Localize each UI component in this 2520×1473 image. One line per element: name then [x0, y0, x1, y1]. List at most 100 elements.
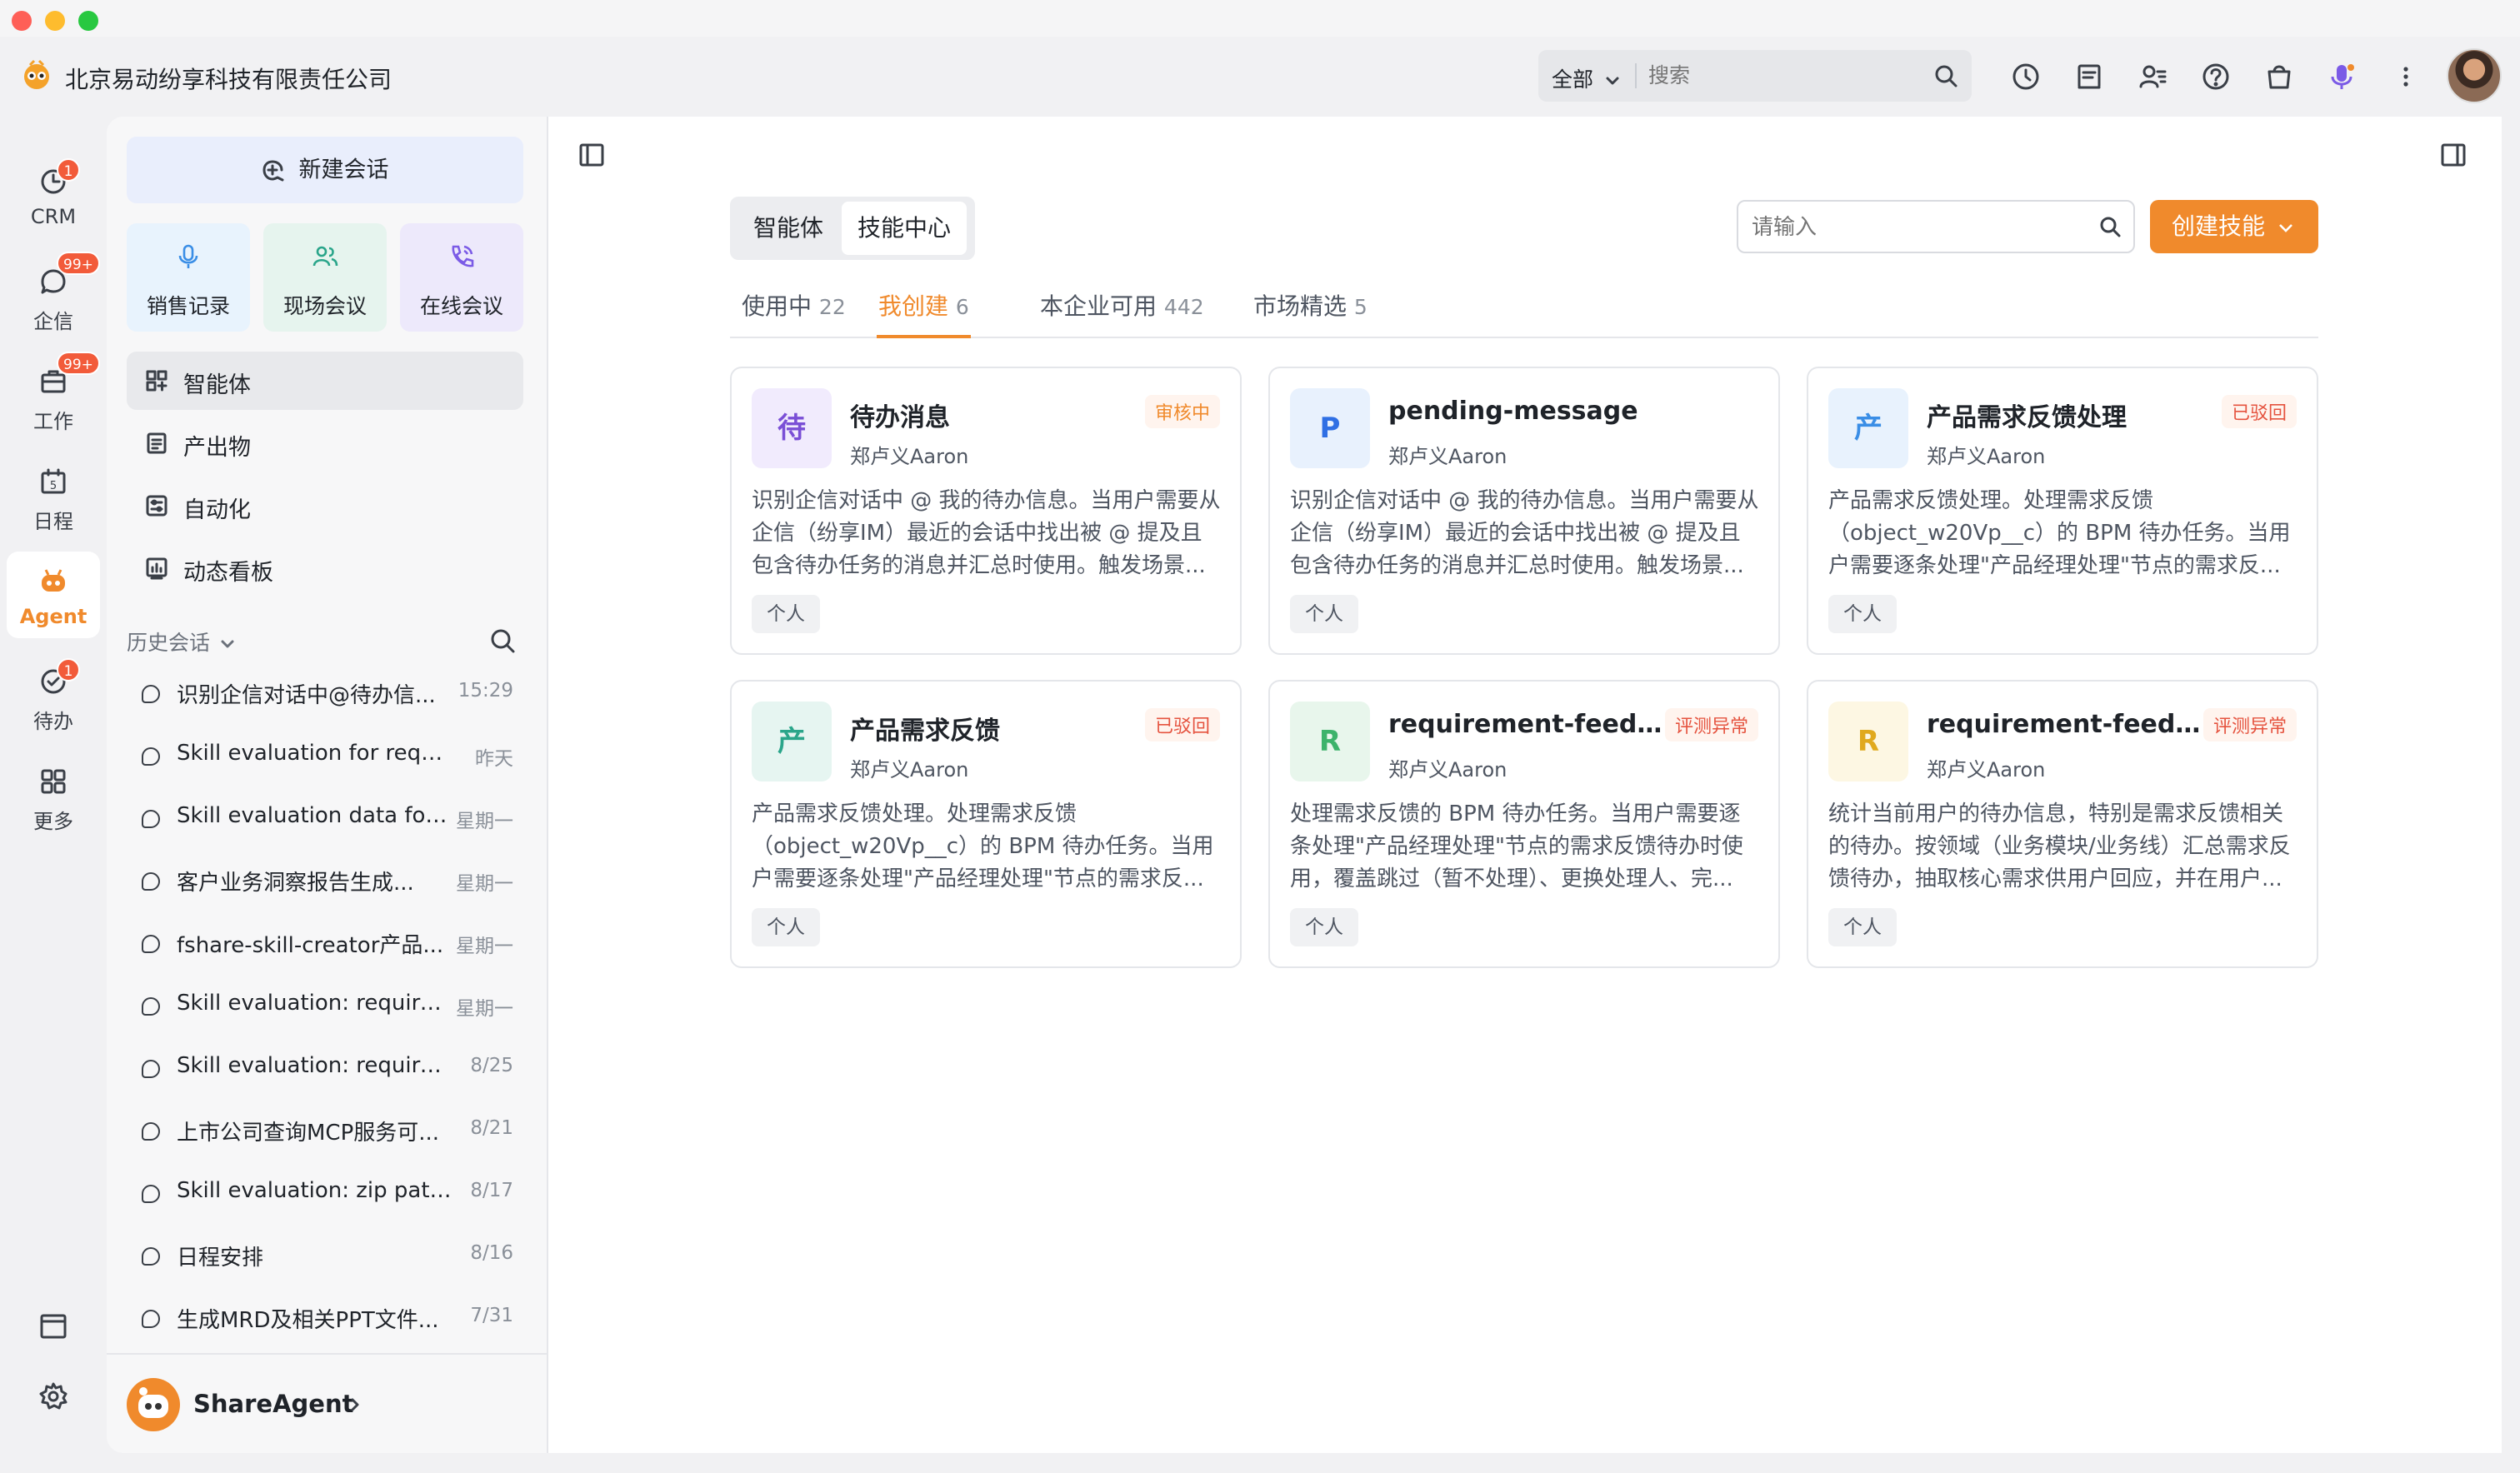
nav-automation[interactable]: 自动化 [127, 477, 523, 535]
chat-bubble-icon [142, 810, 160, 828]
shop-bag-icon[interactable] [2264, 62, 2294, 92]
search-icon[interactable] [2098, 215, 2122, 238]
zoom-window-button[interactable] [78, 11, 98, 31]
rail-item-todo[interactable]: 待办 1 [7, 652, 100, 738]
history-clock-icon[interactable] [2011, 62, 2041, 92]
skill-card[interactable]: 产产品需求反馈处理 郑卢义Aaron 已驳回 产品需求反馈处理。处理需求反馈（obje… [1807, 367, 2318, 655]
phone-call-icon [452, 245, 474, 267]
skill-avatar: R [1290, 702, 1370, 781]
minimize-window-button[interactable] [45, 11, 65, 31]
skill-scope-tag: 个人 [1290, 908, 1358, 946]
history-item[interactable]: 客户业务洞察报告生成... 星期一 [142, 849, 533, 911]
report-icon[interactable] [2074, 62, 2104, 92]
skill-scope-tag: 个人 [752, 595, 820, 633]
nav-agents[interactable]: 智能体 [127, 352, 523, 410]
history-item[interactable]: Skill evaluation: zip path a... 8/17 [142, 1161, 533, 1223]
history-item[interactable]: 日程安排 8/16 [142, 1224, 533, 1286]
chat-bubble-icon [142, 872, 160, 891]
history-item-title: Skill evaluation: require... [177, 991, 452, 1016]
tab-market[interactable]: 市场精选 5 [1253, 288, 1368, 322]
history-item-date: 8/25 [470, 1055, 513, 1076]
history-item[interactable]: Skill evaluation: require... 星期一 [142, 974, 533, 1036]
history-item[interactable]: 识别企信对话中@待办信... 15:29 [142, 662, 533, 723]
new-chat-button[interactable]: 新建会话 [127, 137, 523, 203]
skill-search-input[interactable] [1752, 210, 2077, 243]
help-icon[interactable] [2201, 62, 2231, 92]
tab-my-created[interactable]: 我创建 6 [877, 288, 971, 338]
rail-item-calendar[interactable]: 5 日程 [7, 452, 100, 538]
svg-text:5: 5 [50, 480, 57, 492]
skill-scope-tag: 个人 [1828, 595, 1897, 633]
collapse-sidebar-icon[interactable] [578, 142, 605, 168]
history-search-icon[interactable] [488, 627, 517, 655]
tab-in-use[interactable]: 使用中 22 [742, 288, 846, 322]
share-agent-avatar[interactable] [127, 1378, 180, 1431]
skill-search-box[interactable] [1737, 200, 2135, 253]
skill-author: 郑卢义Aaron [1927, 758, 2046, 781]
history-item[interactable]: 上市公司查询MCP服务可... 8/21 [142, 1099, 533, 1161]
history-title: 历史会话 [127, 631, 211, 655]
rail-label-crm: CRM [30, 205, 77, 228]
voice-assistant-icon[interactable] [2328, 62, 2358, 92]
skill-status-badge: 已驳回 [1144, 708, 1220, 741]
global-search-input[interactable] [1648, 58, 1915, 93]
chevron-right-icon[interactable] [347, 1396, 363, 1413]
crm-badge: 1 [57, 158, 80, 182]
tab-market-label: 市场精选 [1253, 292, 1348, 320]
chat-bubble-icon [142, 997, 160, 1016]
skill-card[interactable]: 产产品需求反馈 郑卢义Aaron 已驳回 产品需求反馈处理。处理需求反馈（object… [730, 680, 1242, 968]
segment-skill-center[interactable]: 技能中心 [842, 202, 967, 255]
history-item-date: 8/16 [470, 1242, 513, 1264]
rail-item-messages[interactable]: 企信 99+ [7, 252, 100, 338]
skill-status-badge: 审核中 [1144, 395, 1220, 428]
skill-description: 识别企信对话中 @ 我的待办信息。当用户需要从企信（纷享IM）最近的会话中找出被… [1290, 488, 1759, 578]
history-item[interactable]: Skill evaluation for require... 昨天 [142, 724, 533, 786]
rail-label-messages: 企信 [33, 310, 73, 333]
more-vertical-icon[interactable] [2391, 62, 2421, 92]
microphone-icon [178, 244, 198, 268]
create-skill-button[interactable]: 创建技能 [2150, 200, 2318, 253]
rail-label-calendar: 日程 [33, 510, 73, 533]
contacts-icon[interactable] [2138, 62, 2168, 92]
rail-item-more[interactable]: 更多 [7, 751, 100, 838]
settings-gear-icon[interactable] [38, 1381, 68, 1411]
window-layout-icon[interactable] [38, 1311, 68, 1341]
rail-item-crm[interactable]: CRM 1 [7, 152, 100, 238]
close-window-button[interactable] [12, 11, 32, 31]
skill-card[interactable]: Ppending-message 郑卢义Aaron 识别企信对话中 @ 我的待办信息… [1268, 367, 1780, 655]
nav-agents-label: 智能体 [183, 372, 251, 398]
quick-online-meeting[interactable]: 在线会议 [400, 223, 523, 332]
history-item[interactable]: 生成MRD及相关PPT文件... 7/31 [142, 1286, 533, 1348]
skill-card[interactable]: Rrequirement-feedba... 郑卢义Aaron 评测异常处理需求反馈… [1268, 680, 1780, 968]
skill-card[interactable]: 待待办消息 郑卢义Aaron 审核中 识别企信对话中 @ 我的待办信息。当用户需要从企… [730, 367, 1242, 655]
skill-author: 郑卢义Aaron [1388, 758, 1508, 781]
history-item-title: Skill evaluation: requireme... [177, 1053, 452, 1078]
skill-card[interactable]: Rrequirement-feedba... 郑卢义Aaron 评测异常统计当前用户… [1807, 680, 2318, 968]
search-icon[interactable] [1933, 63, 1958, 88]
search-scope-select[interactable]: 全部 [1552, 63, 1620, 93]
history-item-title: Skill evaluation: zip path a... [177, 1178, 452, 1203]
segment-agents[interactable]: 智能体 [735, 202, 842, 255]
chat-bubble-icon [142, 1060, 160, 1078]
quick-onsite-meeting[interactable]: 现场会议 [263, 223, 387, 332]
tab-enterprise[interactable]: 本企业可用 442 [1040, 288, 1204, 322]
chat-bubble-icon [142, 1185, 160, 1203]
chat-bubble-icon [142, 935, 160, 953]
history-item[interactable]: fshare-skill-creator产品... 星期一 [142, 911, 533, 973]
nav-outputs-label: 产出物 [183, 435, 251, 461]
history-item[interactable]: Skill evaluation data for ... 星期一 [142, 786, 533, 848]
nav-dashboard[interactable]: 动态看板 [127, 539, 523, 597]
history-item[interactable]: Skill evaluation: requireme... 8/25 [142, 1036, 533, 1098]
history-header[interactable]: 历史会话 [127, 627, 235, 657]
nav-outputs[interactable]: 产出物 [127, 414, 523, 472]
rail-item-work[interactable]: 工作 99+ [7, 352, 100, 438]
share-agent-name[interactable]: ShareAgent [193, 1390, 353, 1418]
expand-right-panel-icon[interactable] [2440, 142, 2467, 168]
quick-sales-record[interactable]: 销售记录 [127, 223, 250, 332]
tab-in-use-count: 22 [818, 295, 846, 319]
user-avatar[interactable] [2447, 48, 2502, 103]
global-search-box[interactable]: 全部 [1538, 50, 1972, 102]
rail-item-agent[interactable]: Agent [7, 552, 100, 638]
skill-avatar: P [1290, 388, 1370, 468]
create-skill-label: 创建技能 [2172, 212, 2266, 240]
